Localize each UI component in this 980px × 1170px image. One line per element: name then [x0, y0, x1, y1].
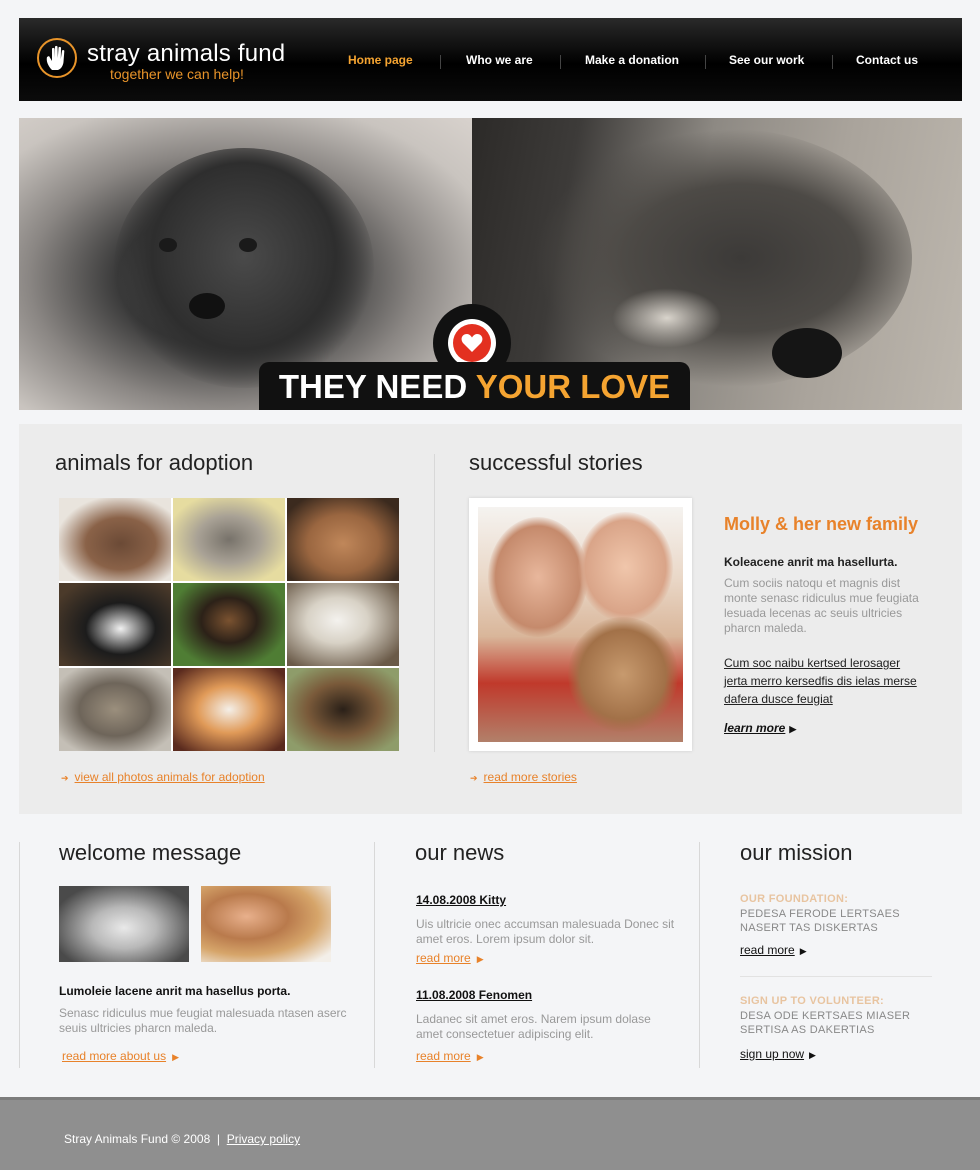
story-body: Cum sociis natoqu et magnis dist monte s… [724, 576, 919, 635]
column-divider [19, 842, 20, 1068]
mission-body: PEDESA FERODE LERTSAES NASERT TAS DISKER… [740, 908, 900, 934]
heart-icon [461, 334, 483, 352]
adoption-photo-kitten[interactable] [59, 583, 171, 666]
copyright: Stray Animals Fund © 2008 [64, 1132, 211, 1146]
story-photo-frame [469, 498, 692, 751]
news-date[interactable]: 14.08.2008 Kitty [416, 893, 506, 907]
adoption-photo-puppy[interactable] [287, 583, 399, 666]
footer-separator: | [216, 1132, 221, 1146]
arrow-right-icon: ▶ [476, 1052, 484, 1062]
read-more-stories-link[interactable]: ➔ read more stories [470, 770, 577, 784]
story-links: Cum soc naibu kertsed lerosager jerta me… [724, 654, 939, 708]
adoption-photo-tabby-cat[interactable] [59, 668, 171, 751]
welcome-heading: Lumoleie lacene anrit ma hasellus porta. [59, 984, 291, 998]
news-title: our news [415, 840, 505, 865]
nav-who-we-are[interactable]: Who we are [466, 53, 533, 67]
footer-text: Stray Animals Fund © 2008 | Privacy poli… [64, 1132, 300, 1146]
arrow-right-icon: ➔ [470, 773, 478, 783]
adoption-photo-german-shepherd[interactable] [173, 583, 285, 666]
nav-contact-us[interactable]: Contact us [856, 53, 918, 67]
story-link[interactable]: jerta merro kersedfis dis ielas merse [724, 672, 939, 690]
view-all-adoption-link[interactable]: ➔ view all photos animals for adoption [61, 770, 265, 784]
news-body: Ladanec sit amet eros. Narem ipsum dolas… [416, 1012, 651, 1041]
nav-separator [440, 55, 441, 69]
nav-make-donation[interactable]: Make a donation [585, 53, 679, 67]
story-subtitle: Koleacene anrit ma hasellurta. [724, 555, 898, 569]
story-link[interactable]: dafera dusce feugiat [724, 690, 939, 708]
stories-title: successful stories [469, 450, 643, 475]
mission-divider [740, 976, 932, 977]
welcome-body: Senasc ridiculus mue feugiat malesuada n… [59, 1006, 347, 1035]
news-date[interactable]: 11.08.2008 Fenomen [416, 988, 532, 1002]
story-link[interactable]: Cum soc naibu kertsed lerosager [724, 654, 939, 672]
mission-heading: SIGN UP TO VOLUNTEER: [740, 995, 885, 1007]
mission-heading: OUR FOUNDATION: [740, 893, 849, 905]
privacy-policy-link[interactable]: Privacy policy [227, 1132, 300, 1146]
adoption-photo-rabbit[interactable] [287, 498, 399, 581]
adoption-photo-puppy[interactable] [287, 668, 399, 751]
slogan-main: THEY NEED [278, 368, 476, 405]
mission-body: DESA ODE KERTSAES MIASER SERTISA AS DAKE… [740, 1010, 911, 1036]
welcome-photo-dog[interactable] [59, 886, 189, 962]
nav-separator [705, 55, 706, 69]
read-more-about-us-link[interactable]: read more about us ▶ [62, 1049, 179, 1063]
hero-banner: THEY NEED YOUR LOVE [19, 118, 962, 410]
main-nav: Home page Who we are Make a donation See… [19, 53, 962, 73]
adoption-photo-grid [59, 498, 399, 751]
news-read-more-link[interactable]: read more ▶ [416, 951, 484, 965]
slogan-accent: YOUR LOVE [475, 368, 671, 405]
news-read-more-label: read more [416, 1049, 471, 1063]
nav-home[interactable]: Home page [348, 53, 413, 67]
mission-read-more-link[interactable]: read more ▶ [740, 943, 807, 957]
arrow-right-icon: ▶ [809, 1050, 816, 1060]
arrow-right-icon: ▶ [789, 724, 797, 734]
story-headline: Molly & her new family [724, 514, 919, 534]
nav-separator [832, 55, 833, 69]
view-all-adoption-label: view all photos animals for adoption [74, 770, 265, 784]
arrow-right-icon: ▶ [799, 946, 807, 956]
arrow-right-icon: ▶ [476, 954, 484, 964]
featured-panel: animals for adoption successful stories … [19, 424, 962, 814]
column-divider [374, 842, 375, 1068]
arrow-right-icon: ➔ [61, 773, 69, 783]
hero-slogan: THEY NEED YOUR LOVE [259, 362, 690, 410]
sign-up-now-link[interactable]: sign up now ▶ [740, 1047, 816, 1061]
news-read-more-link[interactable]: read more ▶ [416, 1049, 484, 1063]
adoption-photo-dog[interactable] [59, 498, 171, 581]
column-divider [434, 454, 435, 752]
read-more-stories-label: read more stories [483, 770, 577, 784]
adoption-photo-kitten[interactable] [173, 498, 285, 581]
welcome-photo-woman-dog[interactable] [201, 886, 331, 962]
adoption-title: animals for adoption [55, 450, 254, 475]
welcome-title: welcome message [59, 840, 242, 865]
arrow-right-icon: ▶ [172, 1052, 179, 1062]
sign-up-now-label: sign up now [740, 1047, 805, 1061]
site-footer: Stray Animals Fund © 2008 | Privacy poli… [0, 1097, 980, 1170]
story-photo[interactable] [478, 507, 683, 742]
column-divider [699, 842, 700, 1068]
mission-title: our mission [740, 840, 853, 865]
mission-read-more-label: read more [740, 943, 795, 957]
read-more-about-us-label: read more about us [62, 1049, 167, 1063]
news-body: Uis ultricie onec accumsan malesuada Don… [416, 917, 675, 946]
learn-more-link[interactable]: learn more ▶ [724, 721, 796, 735]
nav-separator [560, 55, 561, 69]
adoption-photo-ginger-kitten[interactable] [173, 668, 285, 751]
news-read-more-label: read more [416, 951, 471, 965]
learn-more-label: learn more [724, 721, 786, 735]
site-header: stray animals fund together we can help!… [19, 18, 962, 101]
nav-see-our-work[interactable]: See our work [729, 53, 804, 67]
